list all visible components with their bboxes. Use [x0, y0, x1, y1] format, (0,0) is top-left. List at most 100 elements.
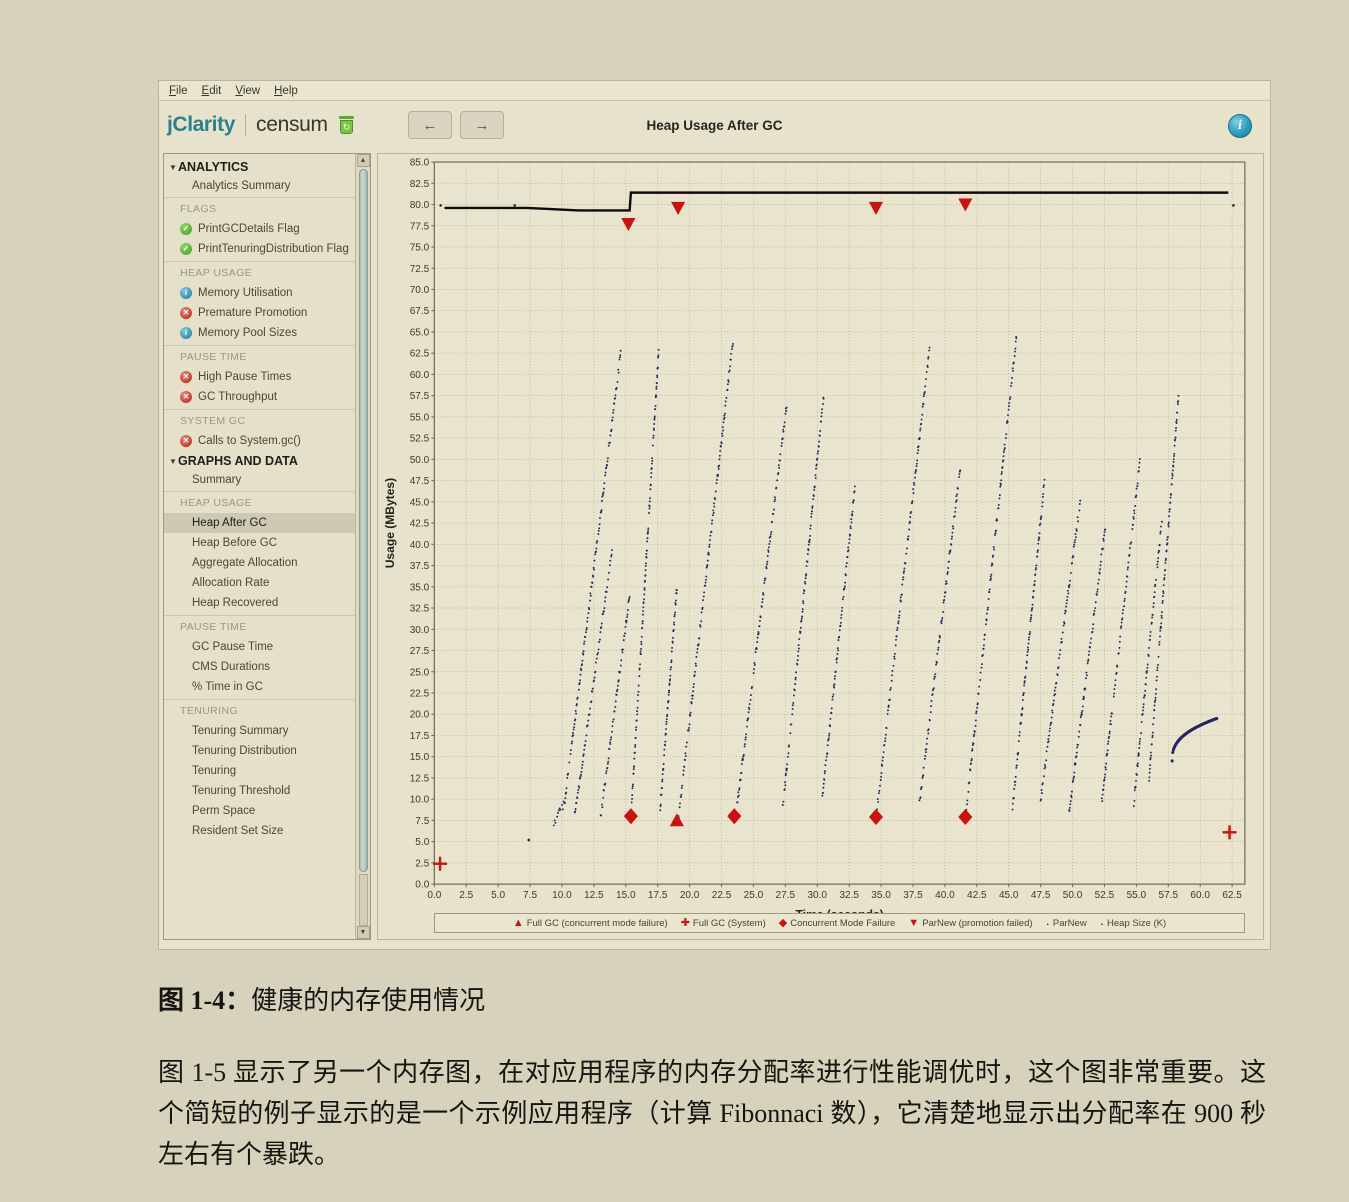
svg-text:50.0: 50.0 — [1063, 890, 1083, 901]
back-button[interactable]: ← — [408, 111, 452, 139]
scrollbar-track[interactable] — [358, 874, 368, 926]
svg-text:12.5: 12.5 — [410, 773, 430, 784]
sidebar-item-aggregate-allocation[interactable]: Aggregate Allocation — [164, 553, 355, 573]
svg-text:27.5: 27.5 — [776, 890, 796, 901]
svg-text:7.5: 7.5 — [415, 816, 429, 827]
sidebar-item-allocation-rate[interactable]: Allocation Rate — [164, 573, 355, 593]
sidebar-item-label: Memory Utilisation — [198, 287, 293, 299]
svg-text:5.0: 5.0 — [491, 890, 505, 901]
sidebar-item-heap-recovered[interactable]: Heap Recovered — [164, 593, 355, 613]
forward-button[interactable]: → — [460, 111, 504, 139]
svg-text:80.0: 80.0 — [410, 200, 430, 211]
brand-logo-group: jClarity censum ↻ — [167, 113, 392, 137]
svg-text:47.5: 47.5 — [1031, 890, 1051, 901]
menu-file[interactable]: File — [169, 85, 188, 97]
svg-text:2.5: 2.5 — [459, 890, 473, 901]
scroll-down-arrow-icon[interactable]: ▼ — [356, 926, 370, 939]
svg-text:40.0: 40.0 — [410, 540, 430, 551]
brand-name-jclarity: jClarity — [167, 113, 235, 136]
menu-view[interactable]: View — [235, 85, 260, 97]
sidebar-item--time-in-gc[interactable]: % Time in GC — [164, 677, 355, 697]
sidebar-scrollbar[interactable]: ▲ ▼ — [355, 154, 370, 939]
sidebar: ▼ ANALYTICS Analytics Summary FLAGS ✓ PrintGC… — [163, 153, 371, 940]
y-axis-tick-labels: 0.0 2.5 5.0 7.5 10.0 12.5 15.0 17.5 20.0 22.5 25.0… — [410, 158, 435, 891]
figure-title: 健康的内存使用情况 — [251, 986, 486, 1015]
sidebar-item-gc-throughput[interactable]: ✕ GC Throughput — [164, 387, 355, 407]
info-icon[interactable]: i — [1228, 114, 1252, 138]
svg-text:45.0: 45.0 — [999, 890, 1019, 901]
sidebar-item-label: Tenuring Summary — [192, 725, 289, 737]
svg-text:25.0: 25.0 — [410, 667, 430, 678]
sidebar-item-calls-to-system-gc[interactable]: ✕ Calls to System.gc() — [164, 431, 355, 451]
chart-panel: 0.0 2.5 5.0 7.5 10.0 12.5 15.0 17.5 20.0 22.5 25.0… — [377, 153, 1264, 940]
sidebar-item-premature-promotion[interactable]: ✕ Premature Promotion — [164, 303, 355, 323]
sidebar-item-heap-after-gc[interactable]: Heap After GC — [164, 513, 355, 533]
menu-file-mnemonic: F — [169, 84, 177, 97]
brand-divider — [245, 114, 246, 136]
sidebar-item-label: Allocation Rate — [192, 577, 270, 589]
sidebar-item-printtenuringdistribution-flag[interactable]: ✓ PrintTenuringDistribution Flag — [164, 239, 355, 259]
sidebar-item-summary[interactable]: Summary — [164, 471, 355, 489]
sidebar-item-resident-set-size[interactable]: Resident Set Size — [164, 821, 355, 841]
sidebar-section-header: FLAGS — [164, 197, 355, 219]
svg-text:47.5: 47.5 — [410, 476, 430, 487]
sidebar-item-label: Memory Pool Sizes — [198, 327, 298, 339]
sidebar-item-tenuring-summary[interactable]: Tenuring Summary — [164, 721, 355, 741]
figure-number: 图 1-4： — [158, 986, 252, 1015]
sidebar-item-label: Tenuring Distribution — [192, 745, 297, 757]
svg-text:37.5: 37.5 — [903, 890, 923, 901]
sidebar-item-cms-durations[interactable]: CMS Durations — [164, 657, 355, 677]
sidebar-item-perm-space[interactable]: Perm Space — [164, 801, 355, 821]
sidebar-item-label: PrintTenuringDistribution Flag — [198, 243, 349, 255]
sidebar-item-analytics-summary[interactable]: Analytics Summary — [164, 177, 355, 195]
menu-help-rest: elp — [282, 84, 298, 97]
svg-text:0.0: 0.0 — [427, 890, 441, 901]
sidebar-item-label: Perm Space — [192, 805, 256, 817]
menu-edit[interactable]: Edit — [202, 85, 222, 97]
svg-text:52.5: 52.5 — [1095, 890, 1115, 901]
sidebar-list: ▼ ANALYTICS Analytics Summary FLAGS ✓ PrintGC… — [164, 154, 355, 939]
svg-text:30.0: 30.0 — [807, 890, 827, 901]
svg-text:27.5: 27.5 — [410, 646, 430, 657]
legend-symbol-icon: · — [1099, 915, 1105, 931]
menu-help[interactable]: Help — [274, 85, 298, 97]
x-axis-tick-labels: 0.0 2.5 5.0 7.5 10.0 12.5 15.0 17.5 20.0 22.5 25.0… — [427, 884, 1242, 901]
menu-bar: File Edit View Help — [159, 81, 1270, 101]
sidebar-item-heap-before-gc[interactable]: Heap Before GC — [164, 533, 355, 553]
sidebar-item-label: Heap Recovered — [192, 597, 279, 609]
recycle-bin-icon: ↻ — [338, 116, 355, 134]
legend-entry: · Heap Size (K) — [1100, 917, 1166, 930]
legend-label: Full GC (concurrent mode failure) — [526, 917, 668, 929]
sidebar-item-tenuring-threshold[interactable]: Tenuring Threshold — [164, 781, 355, 801]
sidebar-group-analytics[interactable]: ▼ ANALYTICS — [164, 157, 355, 177]
error-badge-icon: ✕ — [180, 371, 192, 383]
sidebar-item-label: Tenuring Threshold — [192, 785, 291, 797]
sidebar-item-tenuring[interactable]: Tenuring — [164, 761, 355, 781]
legend-entry: · ParNew — [1046, 917, 1087, 930]
svg-text:67.5: 67.5 — [410, 306, 430, 317]
sidebar-item-printgcdetails-flag[interactable]: ✓ PrintGCDetails Flag — [164, 219, 355, 239]
chevron-down-icon: ▼ — [169, 163, 177, 172]
svg-text:75.0: 75.0 — [410, 243, 430, 254]
sidebar-item-memory-pool-sizes[interactable]: i Memory Pool Sizes — [164, 323, 355, 343]
svg-text:7.5: 7.5 — [523, 890, 537, 901]
sidebar-item-gc-pause-time[interactable]: GC Pause Time — [164, 637, 355, 657]
sidebar-item-label: GC Pause Time — [192, 641, 274, 653]
sidebar-item-tenuring-distribution[interactable]: Tenuring Distribution — [164, 741, 355, 761]
chevron-down-icon: ▼ — [169, 457, 177, 466]
legend-entry: ▼ ParNew (promotion failed) — [908, 917, 1032, 929]
svg-text:37.5: 37.5 — [410, 561, 430, 572]
sidebar-group-label: ANALYTICS — [178, 160, 249, 174]
scroll-up-arrow-icon[interactable]: ▲ — [356, 154, 370, 167]
sidebar-item-label: Tenuring — [192, 765, 237, 777]
svg-text:57.5: 57.5 — [410, 391, 430, 402]
sidebar-item-label: Aggregate Allocation — [192, 557, 298, 569]
sidebar-item-label: CMS Durations — [192, 661, 270, 673]
svg-text:22.5: 22.5 — [410, 689, 430, 700]
sidebar-group-graphs-and-data[interactable]: ▼ GRAPHS AND DATA — [164, 451, 355, 471]
svg-text:30.0: 30.0 — [410, 625, 430, 636]
sidebar-item-high-pause-times[interactable]: ✕ High Pause Times — [164, 367, 355, 387]
legend-symbol-icon: · — [1045, 915, 1050, 931]
sidebar-item-memory-utilisation[interactable]: i Memory Utilisation — [164, 283, 355, 303]
scrollbar-thumb[interactable] — [358, 169, 368, 872]
